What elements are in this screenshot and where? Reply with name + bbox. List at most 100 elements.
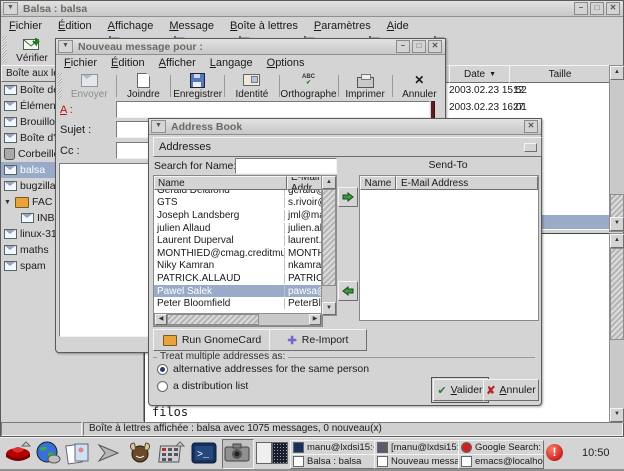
send-button[interactable]: Envoyer	[65, 71, 114, 101]
address-entry[interactable]: Gerald Delafondgerald@del	[154, 190, 322, 197]
scroll-left-icon[interactable]: ◀	[155, 314, 167, 325]
web-browser-icon[interactable]	[34, 440, 62, 471]
calculator-icon[interactable]	[158, 441, 186, 470]
maximize-icon[interactable]: □	[590, 2, 604, 15]
shade-icon[interactable]: ▼	[58, 40, 73, 53]
menu-edition[interactable]: Édition	[111, 57, 145, 69]
run-gnomecard-button[interactable]: Run GnomeCard	[153, 329, 271, 351]
toolbar-handle[interactable]	[2, 36, 7, 63]
address-entry[interactable]: Joseph Landsbergjml@math.g	[154, 209, 322, 222]
cancel-button[interactable]: ✘ Annuler	[483, 379, 539, 401]
address-entry-selected[interactable]: Pawel Salekpawsa@the	[154, 285, 322, 298]
close-icon[interactable]: ✕	[606, 2, 620, 15]
task-emacs[interactable]: emacs@localhost.loc	[458, 454, 544, 469]
pager-desktop-1[interactable]	[256, 442, 272, 464]
to-input[interactable]	[116, 101, 430, 118]
scroll-down-icon[interactable]: ▼	[610, 217, 624, 231]
menu-parametres[interactable]: Paramètres	[314, 20, 371, 32]
menu-langage[interactable]: Langage	[210, 57, 253, 69]
menu-fichier[interactable]: Fichier	[9, 20, 42, 32]
preview-scrollbar[interactable]: ▲ ▼	[609, 233, 624, 423]
ok-button[interactable]: ✔ Valider	[433, 379, 487, 401]
identity-button[interactable]: Identité	[227, 71, 276, 101]
column-name[interactable]: Name	[360, 176, 396, 190]
radio-off-icon[interactable]	[157, 381, 168, 392]
address-entry[interactable]: julien Allaudjulien.allaud	[154, 222, 322, 235]
menu-fichier[interactable]: Fichier	[64, 57, 97, 69]
scroll-down-icon[interactable]: ▼	[322, 302, 336, 315]
column-email[interactable]: E-Mail Addr	[287, 176, 322, 190]
shade-icon[interactable]: ▼	[151, 120, 166, 133]
menu-edition[interactable]: Édition	[58, 20, 92, 32]
clock: 10:50	[582, 447, 610, 459]
alert-icon[interactable]: !	[546, 444, 563, 461]
shade-icon[interactable]: ▼	[3, 2, 18, 15]
index-scrollbar[interactable]: ▲ ▼	[609, 65, 624, 232]
radio-on-icon[interactable]	[157, 364, 168, 375]
address-book-titlebar[interactable]: ▼ Address Book ✕	[149, 119, 541, 135]
task-terminal-2[interactable]: [manu@lxdsi15:~/ma	[374, 440, 460, 455]
gnome-launcher-icon[interactable]	[96, 441, 122, 470]
treat-frame-legend: Treat multiple addresses as:	[157, 351, 288, 362]
scroll-up-icon[interactable]: ▲	[610, 66, 624, 80]
address-entry[interactable]: Niky Kamrannkamran@n	[154, 260, 322, 273]
menu-boite-a-lettres[interactable]: Boîte à lettres	[230, 20, 298, 32]
expander-icon[interactable]: ▼	[4, 199, 12, 206]
remove-from-sendto-button[interactable]	[338, 281, 358, 301]
compose-titlebar[interactable]: ▼ Nouveau message pour : – □ ✕	[56, 39, 445, 55]
print-button[interactable]: Imprimer	[340, 71, 389, 101]
check-mail-button[interactable]: Vérifier	[10, 34, 54, 65]
task-browser[interactable]: Google Search: taking	[458, 440, 544, 455]
reimport-button[interactable]: ✚ Re-Import	[269, 329, 367, 351]
menu-aide[interactable]: Aide	[387, 20, 409, 32]
menu-afficher[interactable]: Afficher	[159, 57, 196, 69]
menu-message[interactable]: Message	[169, 20, 214, 32]
save-button[interactable]: Enregistrer	[173, 71, 222, 101]
maximize-icon[interactable]: □	[412, 40, 426, 53]
book-selector-dropdown[interactable]: Addresses	[153, 137, 542, 157]
scroll-down-icon[interactable]: ▼	[610, 408, 624, 422]
address-entry[interactable]: Peter BloomfieldPeterBloom	[154, 297, 322, 310]
scroll-up-icon[interactable]: ▲	[322, 176, 336, 189]
radio-distribution-list[interactable]: a distribution list	[157, 380, 248, 392]
radio-alternative-addresses[interactable]: alternative addresses for the same perso…	[157, 363, 369, 375]
address-entry[interactable]: PATRICK.ALLAUDPATRICK.A	[154, 272, 322, 285]
close-icon[interactable]: ✕	[428, 40, 442, 53]
scroll-up-icon[interactable]: ▲	[610, 234, 624, 248]
message-row[interactable]: 2003.02.23 16:01 27	[449, 102, 527, 113]
pager-desktop-2[interactable]	[272, 442, 288, 464]
minimize-icon[interactable]: –	[396, 40, 410, 53]
attach-button[interactable]: Joindre	[119, 71, 168, 101]
address-entry[interactable]: Laurent Dupervallaurent.dupe	[154, 234, 322, 247]
search-input[interactable]	[235, 158, 337, 174]
index-header-date[interactable]: Date▼	[449, 65, 511, 83]
address-list-hscrollbar[interactable]: ◀ ▶	[154, 313, 322, 326]
desktop-pager[interactable]	[256, 442, 288, 464]
message-row[interactable]: 2003.02.23 15:52 12	[449, 85, 527, 96]
add-to-sendto-button[interactable]	[338, 187, 358, 207]
menu-affichage[interactable]: Affichage	[108, 20, 154, 32]
address-entry[interactable]: GTSs.rivoir@gts	[154, 197, 322, 210]
main-menu-redhat-icon[interactable]	[4, 440, 32, 471]
close-icon[interactable]: ✕	[524, 120, 538, 133]
menu-options[interactable]: Options	[267, 57, 305, 69]
address-list-vscrollbar[interactable]: ▲ ▼	[321, 175, 337, 316]
spellcheck-button[interactable]: ABC✔ Orthographe	[282, 71, 336, 101]
gnu-emacs-icon[interactable]	[126, 440, 154, 471]
gnomecard-icon[interactable]	[64, 441, 92, 470]
address-entry[interactable]: MONTHIED@cmag.creditmutuel.frMONTHIED	[154, 247, 322, 260]
index-header-taille[interactable]: Taille	[509, 65, 611, 83]
toolbar-handle[interactable]	[57, 73, 62, 99]
main-titlebar[interactable]: ▼ Balsa : balsa – □ ✕	[1, 1, 623, 17]
terminal-icon[interactable]: >_	[190, 441, 218, 470]
screenshot-camera-icon[interactable]	[222, 439, 254, 469]
scroll-right-icon[interactable]: ▶	[309, 314, 321, 325]
cancel-button[interactable]: ✕ Annuler	[395, 71, 444, 101]
column-name[interactable]: Name	[154, 176, 287, 190]
minimize-icon[interactable]: –	[574, 2, 588, 15]
column-email[interactable]: E-Mail Address	[396, 176, 538, 190]
address-list: Name E-Mail Addr Gerald Delafondgerald@d…	[153, 175, 323, 327]
task-compose[interactable]: Nouveau message po	[374, 454, 460, 469]
task-balsa[interactable]: Balsa : balsa	[290, 454, 376, 469]
task-terminal-1[interactable]: manu@lxdsi15:~/prog	[290, 440, 376, 455]
